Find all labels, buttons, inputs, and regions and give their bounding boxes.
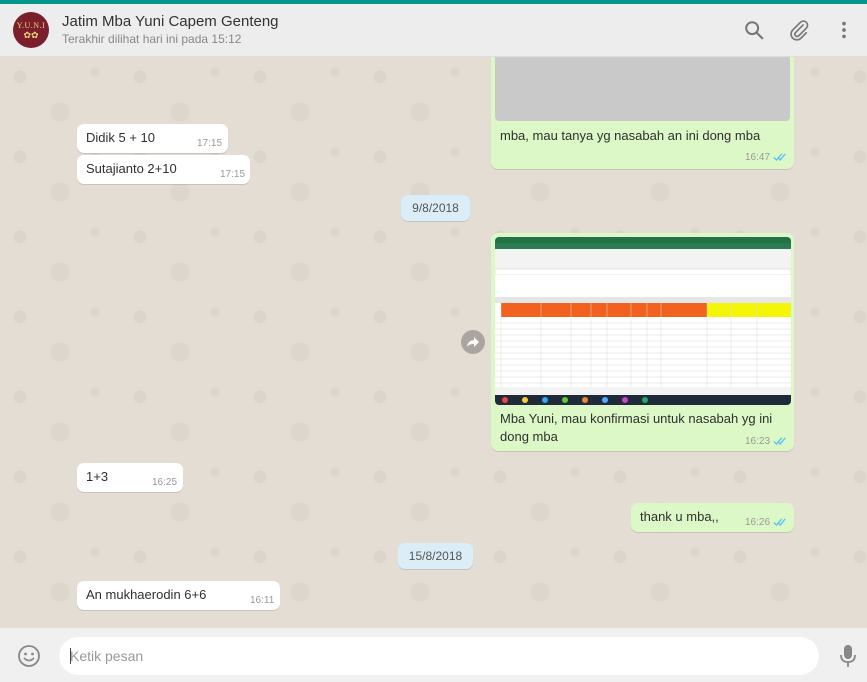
date-divider: 9/8/2018 bbox=[401, 195, 470, 221]
message-text: mba, mau tanya yg nasabah an ini dong mb… bbox=[500, 128, 761, 143]
contact-name[interactable]: Jatim Mba Yuni Capem Genteng bbox=[62, 13, 279, 30]
message-time: 16:23 bbox=[745, 436, 771, 447]
emoji-icon[interactable] bbox=[17, 644, 41, 668]
attach-icon[interactable] bbox=[788, 19, 810, 41]
text-caret bbox=[70, 648, 71, 664]
message-time: 17:15 bbox=[220, 169, 246, 180]
message-bubble-outgoing[interactable]: thank u mba,, 16:26 bbox=[631, 503, 794, 532]
chat-message-list[interactable]: mba, mau tanya yg nasabah an ini dong mb… bbox=[0, 57, 867, 628]
message-bubble-incoming[interactable]: 1+3 16:25 bbox=[77, 463, 183, 492]
read-ticks-icon bbox=[773, 437, 786, 446]
avatar[interactable]: Y.U.N.I ✿✿ bbox=[13, 12, 49, 48]
message-caption-line2: dong mba bbox=[500, 429, 558, 444]
message-time: 17:15 bbox=[197, 138, 223, 149]
message-bubble-incoming[interactable]: An mukhaerodin 6+6 16:11 bbox=[77, 581, 280, 610]
message-time: 16:47 bbox=[745, 152, 771, 163]
message-text: thank u mba,, bbox=[640, 509, 719, 524]
search-icon[interactable] bbox=[743, 19, 765, 41]
message-time: 16:11 bbox=[250, 595, 275, 606]
message-bubble-incoming[interactable]: Sutajianto 2+10 17:15 bbox=[77, 155, 250, 184]
message-text: An mukhaerodin 6+6 bbox=[86, 587, 207, 602]
image-thumbnail[interactable] bbox=[495, 237, 791, 405]
message-time: 16:25 bbox=[152, 477, 178, 488]
forward-button[interactable] bbox=[461, 330, 485, 354]
message-bubble-outgoing-image[interactable]: Mba Yuni, mau konfirmasi untuk nasabah y… bbox=[491, 233, 794, 451]
message-bubble-outgoing[interactable]: mba, mau tanya yg nasabah an ini dong mb… bbox=[491, 57, 794, 169]
chat-header[interactable]: Y.U.N.I ✿✿ Jatim Mba Yuni Capem Genteng … bbox=[0, 4, 867, 57]
forward-icon bbox=[467, 337, 479, 347]
avatar-logo-text: Y.U.N.I bbox=[16, 20, 46, 30]
spreadsheet-screenshot-image bbox=[495, 237, 791, 405]
message-text: Sutajianto 2+10 bbox=[86, 161, 177, 176]
date-divider: 15/8/2018 bbox=[398, 543, 473, 569]
message-text: 1+3 bbox=[86, 469, 109, 484]
message-bubble-incoming[interactable]: Didik 5 + 10 17:15 bbox=[77, 124, 228, 153]
message-text: Didik 5 + 10 bbox=[86, 130, 156, 145]
read-ticks-icon bbox=[773, 153, 786, 162]
read-ticks-icon bbox=[773, 518, 786, 527]
message-time: 16:26 bbox=[745, 517, 771, 528]
message-caption-line1: Mba Yuni, mau konfirmasi untuk nasabah y… bbox=[500, 411, 773, 426]
menu-icon[interactable] bbox=[833, 19, 855, 41]
avatar-logo-flowers: ✿✿ bbox=[23, 29, 39, 40]
message-composer bbox=[0, 628, 867, 682]
last-seen-status: Terakhir dilihat hari ini pada 15:12 bbox=[62, 32, 242, 46]
mic-icon[interactable] bbox=[838, 644, 858, 668]
message-input[interactable] bbox=[59, 637, 819, 675]
image-thumbnail-cropped[interactable] bbox=[495, 57, 790, 121]
